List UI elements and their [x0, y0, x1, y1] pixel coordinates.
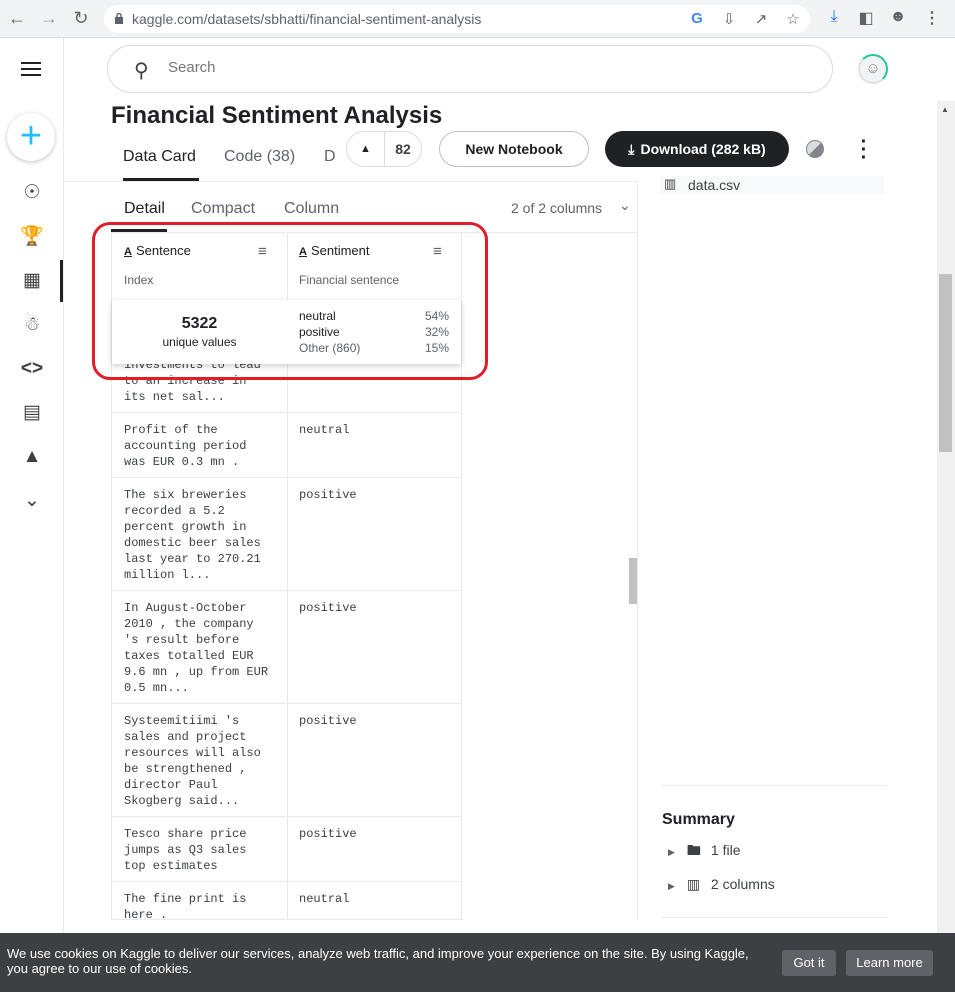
chevron-down-icon[interactable]: ⌄	[20, 489, 44, 513]
create-plus-button[interactable]: +	[7, 113, 55, 161]
forward-icon[interactable]: →	[38, 8, 60, 28]
table-icon[interactable]: ▦	[20, 269, 44, 293]
profile-avatar-icon[interactable]: ☻	[887, 8, 909, 26]
trophy-icon[interactable]: 🏆	[20, 225, 44, 249]
table-cell: neutral	[299, 892, 350, 906]
page-scrollbar[interactable]: ▲	[937, 101, 955, 933]
table-cell: Tesco share price jumps as Q3 sales top …	[124, 827, 247, 873]
back-icon[interactable]: ←	[6, 8, 28, 28]
user-avatar[interactable]: ☺	[858, 54, 888, 84]
url-text: kaggle.com/datasets/sbhatti/financial-se…	[132, 11, 482, 27]
tab-detail[interactable]: Detail	[124, 200, 165, 218]
cookie-banner: We use cookies on Kaggle to deliver our …	[0, 933, 955, 992]
row-divider	[112, 590, 461, 591]
download-label: Download (282 kB)	[640, 141, 766, 157]
summary-item-label: 1 file	[710, 842, 741, 858]
code-icon[interactable]: <>	[20, 357, 44, 381]
learn-more-button[interactable]: Learn more	[846, 950, 933, 976]
csv-columns-icon: ▥	[664, 176, 677, 191]
install-icon[interactable]: ⇩	[720, 10, 738, 28]
chevron-down-icon[interactable]: ⌄	[619, 197, 631, 214]
tab-data-card[interactable]: Data Card	[123, 148, 196, 166]
row-divider	[112, 881, 461, 882]
table-cell: Profit of the accounting period was EUR …	[124, 423, 247, 469]
table-cell: Systeemitiimi 's sales and project resou…	[124, 714, 261, 808]
divider	[112, 919, 463, 920]
upvote-control: ▲ 82	[346, 131, 422, 167]
lock-icon	[115, 12, 123, 24]
table-scrollbar-thumb[interactable]	[629, 558, 637, 604]
tab-compact[interactable]: Compact	[191, 200, 255, 218]
search-icon: ⚲	[134, 60, 149, 82]
theme-toggle-icon[interactable]	[806, 140, 824, 158]
file-name: data.csv	[688, 177, 741, 193]
download-button[interactable]: ⤓ Download (282 kB)	[605, 131, 789, 167]
address-bar[interactable]: kaggle.com/datasets/sbhatti/financial-se…	[104, 5, 810, 33]
table-cell: positive	[299, 714, 357, 728]
reload-icon[interactable]: ↻	[70, 8, 92, 28]
page-title: Financial Sentiment Analysis	[111, 102, 443, 129]
chrome-menu-icon[interactable]: ⋮	[921, 8, 943, 28]
google-icon[interactable]: G	[688, 10, 706, 27]
browser-toolbar: ← → ↻ kaggle.com/datasets/sbhatti/financ…	[0, 0, 955, 38]
row-divider	[112, 412, 461, 413]
summary-item-columns[interactable]: ▶ ▥ 2 columns	[668, 876, 775, 893]
bookmark-star-icon[interactable]: ☆	[784, 10, 802, 28]
page-scrollbar-thumb[interactable]	[939, 274, 952, 452]
table-cell: neutral	[299, 423, 350, 437]
scroll-up-arrow-icon[interactable]: ▲	[941, 105, 949, 114]
learn-cap-icon[interactable]: ▲	[20, 445, 44, 469]
table-cell: positive	[299, 601, 357, 615]
row-divider	[112, 477, 461, 478]
table-cell: positive	[299, 827, 357, 841]
left-nav: + ☉ 🏆 ▦ ☃ <> ▤ ▲ ⌄	[0, 38, 64, 992]
summary-item-files[interactable]: ▶ 🖿 1 file	[668, 840, 741, 864]
file-item[interactable]: ▥ data.csv	[660, 176, 884, 194]
summary-item-label: 2 columns	[710, 876, 775, 892]
summary-title: Summary	[662, 811, 735, 828]
row-divider	[112, 816, 461, 817]
got-it-button[interactable]: Got it	[782, 950, 836, 976]
divider	[64, 181, 637, 182]
caret-right-icon: ▶	[668, 847, 675, 857]
table-cell: positive	[299, 488, 357, 502]
compass-icon[interactable]: ☉	[20, 181, 44, 205]
divider	[637, 181, 638, 920]
download-icon: ⤓	[628, 141, 635, 157]
table-cell: The six breweries recorded a 5.2 percent…	[124, 488, 261, 582]
column-count-selector[interactable]: 2 of 2 columns	[511, 200, 602, 216]
vote-count: 82	[395, 141, 411, 157]
row-divider	[112, 703, 461, 704]
columns-icon: ▥	[686, 876, 701, 892]
new-notebook-button[interactable]: New Notebook	[439, 131, 589, 167]
downloads-icon[interactable]: ⤓	[823, 8, 845, 26]
share-icon[interactable]: ↗	[752, 10, 770, 28]
cookie-message: We use cookies on Kaggle to deliver our …	[7, 946, 749, 976]
divider	[662, 785, 887, 786]
tab-discussion[interactable]: D	[324, 148, 336, 166]
highlight-annotation-box	[92, 222, 488, 380]
nav-active-indicator	[60, 260, 63, 302]
table-cell: In August-October 2010 , the company 's …	[124, 601, 269, 695]
more-options-icon[interactable]: · · ·	[856, 132, 872, 168]
hamburger-menu-icon[interactable]	[21, 62, 41, 80]
search-input[interactable]	[168, 59, 768, 76]
upvote-arrow-icon[interactable]: ▲	[347, 132, 385, 166]
caret-right-icon: ▶	[668, 881, 675, 891]
tab-code[interactable]: Code (38)	[224, 148, 295, 166]
discussion-icon[interactable]: ▤	[20, 401, 44, 425]
tab-column[interactable]: Column	[284, 200, 339, 218]
divider	[662, 917, 887, 918]
models-icon[interactable]: ☃	[20, 313, 44, 337]
folder-icon: 🖿	[686, 842, 701, 858]
site-search[interactable]: ⚲	[107, 45, 833, 93]
side-panel-icon[interactable]: ◧	[855, 8, 877, 28]
